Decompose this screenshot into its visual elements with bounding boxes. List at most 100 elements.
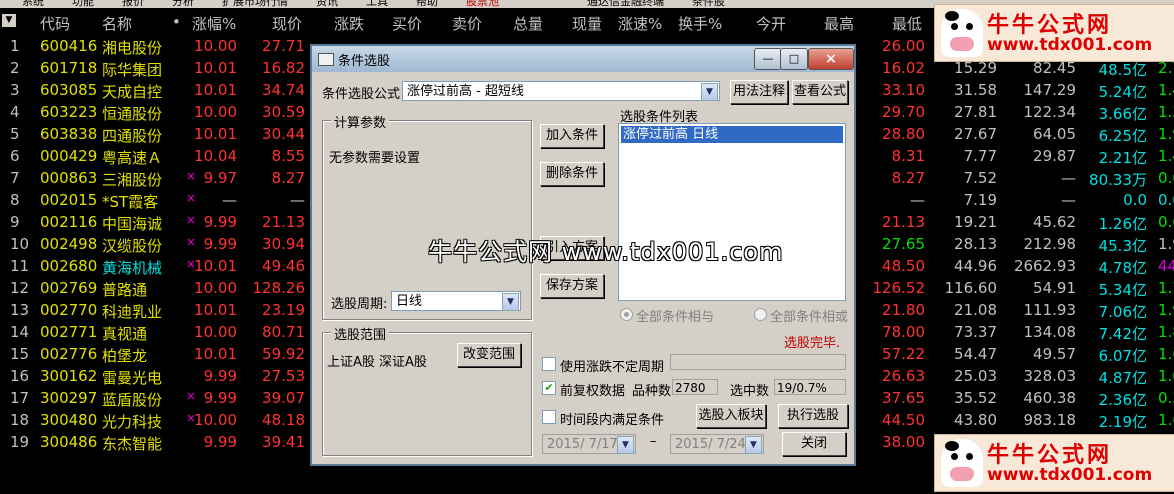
header-code[interactable]: 代码 <box>40 13 70 34</box>
row-index: 17 <box>10 389 30 407</box>
date-to-picker[interactable]: 2015/ 7/24 ▼ <box>670 434 764 454</box>
change-range-button[interactable]: 改变范围 <box>457 343 521 367</box>
col-amount: 3.66亿 <box>1098 105 1147 123</box>
view-formula-button[interactable]: 查看公式 <box>792 80 848 104</box>
menu-item-5[interactable]: 资讯 <box>316 0 338 7</box>
minimize-button[interactable]: — <box>754 48 782 70</box>
to-block-button[interactable]: 选股入板块 <box>696 404 766 428</box>
header-turn[interactable]: 换手% <box>678 13 722 34</box>
menu-item-3[interactable]: 分析 <box>172 0 194 7</box>
col-amount: 80.33万 <box>1089 171 1147 189</box>
chk-time-period[interactable] <box>542 410 556 424</box>
col-extra: 1.0 <box>1158 367 1174 385</box>
header-speed[interactable]: 涨速% <box>618 13 662 34</box>
change-pct: 9.99 <box>203 235 237 253</box>
high-price: 26.63 <box>882 367 925 385</box>
col-value: 45.62 <box>1033 213 1076 231</box>
high-price: — <box>910 191 925 209</box>
header-open[interactable]: 今开 <box>756 13 786 34</box>
stock-name: 四通股份 <box>102 127 163 145</box>
last-price: 8.55 <box>271 147 305 165</box>
low-price: 31.58 <box>954 81 997 99</box>
delete-condition-button[interactable]: 删除条件 <box>540 162 604 186</box>
site-logo-top: 牛牛公式网 www.tdx001.com <box>934 4 1174 62</box>
change-pct: 10.04 <box>194 147 237 165</box>
menu-item-7[interactable]: 帮助 <box>416 0 438 7</box>
menu-item-8[interactable]: 股票池 <box>466 0 499 7</box>
stock-code: 000429 <box>40 147 98 165</box>
column-dropdown-icon[interactable]: ▼ <box>2 14 16 27</box>
high-price: 38.00 <box>882 433 925 451</box>
last-price: 34.74 <box>262 81 305 99</box>
radio-and[interactable] <box>620 308 633 321</box>
maximize-button[interactable]: □ <box>780 48 808 70</box>
header-pct[interactable]: 涨幅% <box>192 13 236 34</box>
formula-select[interactable]: 涨停过前高 - 超短线 ▼ <box>402 81 720 101</box>
change-pct: 9.99 <box>203 367 237 385</box>
stock-name: 蓝盾股份 <box>102 391 163 409</box>
chk-unfixed-period[interactable] <box>542 357 556 371</box>
low-price: 19.21 <box>954 213 997 231</box>
close-window-button[interactable]: × <box>808 48 854 70</box>
header-ask[interactable]: 卖价 <box>452 13 482 34</box>
low-price: 7.19 <box>963 191 997 209</box>
col-value: 2662.93 <box>1013 257 1076 275</box>
close-button[interactable]: 关闭 <box>782 432 846 456</box>
header-volume[interactable]: 总量 <box>513 13 543 34</box>
col-extra: 1.8 <box>1158 323 1174 341</box>
chevron-down-icon[interactable]: ▼ <box>701 83 718 101</box>
col-extra: 0.0 <box>1158 169 1174 187</box>
row-index: 4 <box>10 103 20 121</box>
header-high[interactable]: 最高 <box>824 13 854 34</box>
menu-item-4[interactable]: 扩展市场行情 <box>222 0 288 7</box>
change-pct: 10.01 <box>194 257 237 275</box>
col-extra: 1.6 <box>1158 345 1174 363</box>
header-dot: • <box>172 13 181 31</box>
col-value: 29.87 <box>1033 147 1076 165</box>
add-condition-button[interactable]: 加入条件 <box>540 124 604 148</box>
header-low[interactable]: 最低 <box>892 13 922 34</box>
last-price: 39.41 <box>262 433 305 451</box>
date-from-picker[interactable]: 2015/ 7/17 ▼ <box>542 434 636 454</box>
header-price[interactable]: 现价 <box>272 13 302 34</box>
stock-code: 600416 <box>40 37 98 55</box>
formula-label: 条件选股公式 <box>322 87 401 102</box>
col-value: 122.34 <box>1023 103 1077 121</box>
low-price: 27.67 <box>954 125 997 143</box>
chevron-down-icon[interactable]: ▼ <box>617 436 634 454</box>
menu-item-6[interactable]: 工具 <box>366 0 388 7</box>
radio-or[interactable] <box>754 308 767 321</box>
change-pct: — <box>222 191 237 209</box>
condition-list[interactable]: 涨停过前高 日线 <box>618 123 846 301</box>
col-value: 983.18 <box>1023 411 1077 429</box>
last-price: 30.94 <box>262 235 305 253</box>
stock-name: 湘电股份 <box>102 39 163 57</box>
header-cur[interactable]: 现量 <box>572 13 602 34</box>
period-select[interactable]: 日线 ▼ <box>391 291 521 311</box>
chk-adjust-data[interactable]: ✔ <box>542 381 556 395</box>
menu-item-2[interactable]: 报价 <box>122 0 144 7</box>
high-price: 48.50 <box>882 257 925 275</box>
col-amount: 5.34亿 <box>1098 281 1147 299</box>
list-item[interactable]: 涨停过前高 日线 <box>621 126 843 143</box>
stock-name: 雷曼光电 <box>102 369 163 387</box>
save-plan-button[interactable]: 保存方案 <box>540 274 604 298</box>
stock-name: 东杰智能 <box>102 435 163 453</box>
execute-select-button[interactable]: 执行选股 <box>778 404 848 428</box>
high-price: 28.80 <box>882 125 925 143</box>
high-price: 57.22 <box>882 345 925 363</box>
col-value: — <box>1061 191 1076 209</box>
header-bid[interactable]: 买价 <box>392 13 422 34</box>
menu-item-0[interactable]: 系统 <box>22 0 44 7</box>
usage-notes-button[interactable]: 用法注释 <box>730 80 788 104</box>
header-name[interactable]: 名称 <box>102 13 132 34</box>
chevron-down-icon[interactable]: ▼ <box>745 436 762 454</box>
menu-item-1[interactable]: 功能 <box>72 0 94 7</box>
margin-flag: × <box>186 389 197 403</box>
row-index: 15 <box>10 345 30 363</box>
header-change[interactable]: 涨跌 <box>334 13 364 34</box>
dialog-titlebar[interactable]: 条件选股 — □ × <box>312 46 854 72</box>
col-amount: 5.24亿 <box>1098 83 1147 101</box>
last-price: 23.19 <box>262 301 305 319</box>
chevron-down-icon[interactable]: ▼ <box>502 293 519 311</box>
